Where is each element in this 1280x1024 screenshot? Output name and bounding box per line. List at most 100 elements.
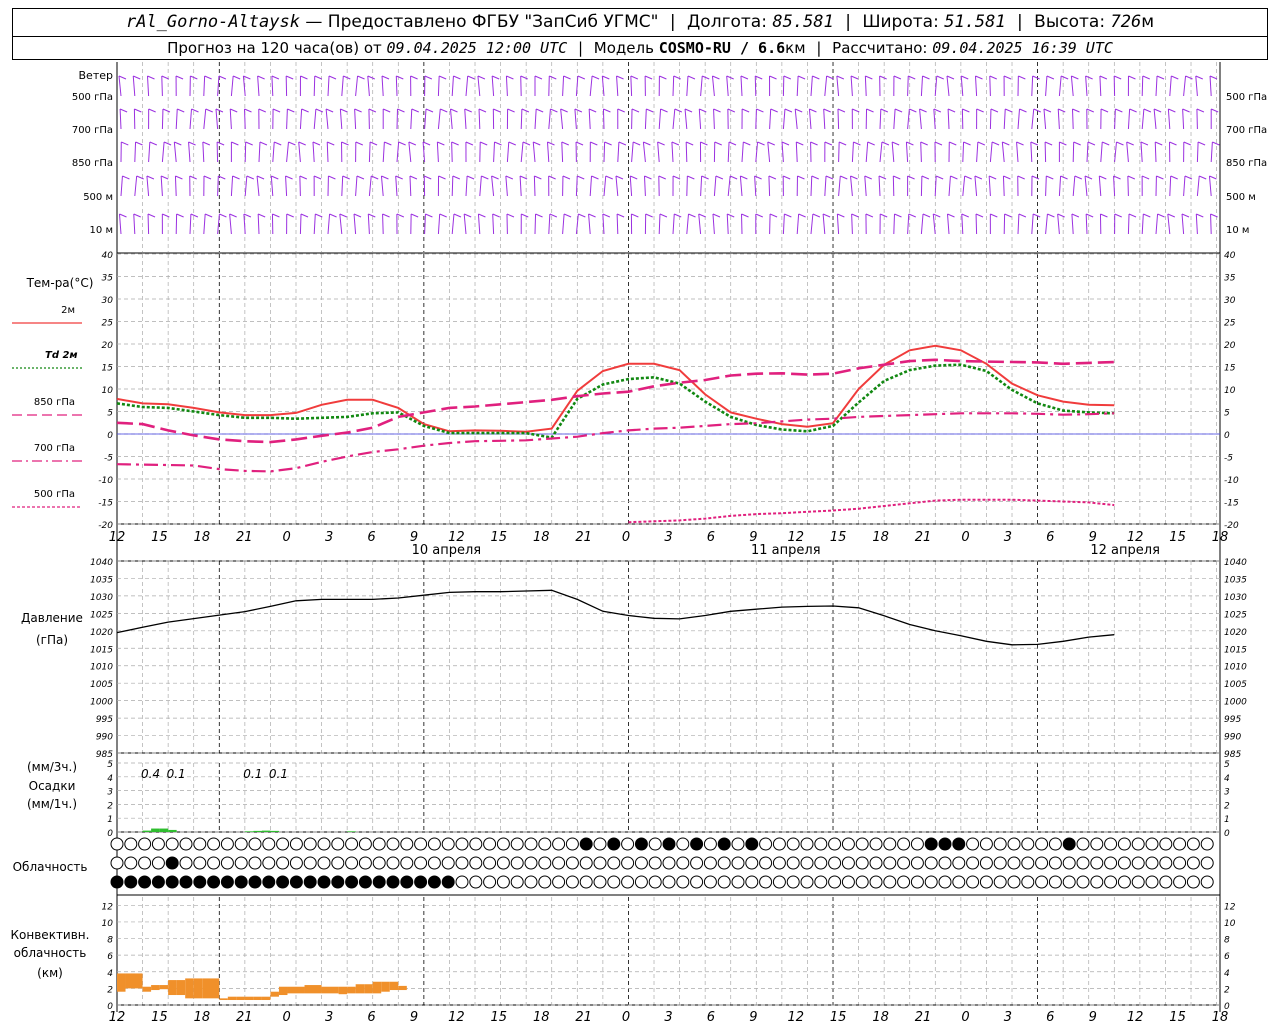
wind-barb	[781, 141, 784, 163]
cloud-cover-circle	[193, 837, 207, 851]
wind-barb-flag	[493, 108, 501, 113]
cloud-cover-circle	[979, 837, 993, 851]
cloud-cover-circle	[138, 837, 152, 851]
wind-barb-flag	[246, 175, 255, 180]
wind-barb-flag	[797, 175, 805, 180]
wind-barb	[313, 75, 316, 97]
cloud-cover-circle	[897, 856, 911, 870]
wind-barb-flag	[644, 75, 653, 80]
wind-barb-flag	[549, 75, 557, 80]
cloud-cover-circle	[648, 875, 662, 889]
cloud-cover-circle	[1076, 875, 1090, 889]
wind-barb-flag	[658, 175, 666, 180]
wind-barb-flag	[741, 108, 750, 113]
wind-barb-flag	[603, 108, 611, 113]
wind-barb-flag	[478, 108, 487, 113]
wind-barb	[465, 75, 469, 97]
wind-barb	[477, 213, 481, 235]
conv-cloud-bar	[185, 978, 194, 999]
wind-barb	[562, 75, 565, 97]
wind-barb	[161, 75, 163, 97]
wind-barb	[1183, 175, 1186, 197]
cloud-cover-circle	[414, 856, 428, 870]
cloud-cover-circle	[1173, 837, 1187, 851]
wind-barb-flag	[990, 108, 999, 113]
wind-barb	[118, 75, 122, 97]
cloud-cover-circle	[510, 837, 524, 851]
wind-barb	[120, 175, 123, 197]
wind-barb-flag	[881, 141, 890, 146]
conv-hour-tick-label: 3	[664, 1010, 672, 1024]
wind-barb-flag	[822, 213, 831, 218]
wind-barb-flag	[1168, 108, 1176, 113]
wind-barb-flag	[342, 175, 350, 180]
cloud-cover-circle	[496, 837, 510, 851]
wind-barb-flag	[1113, 75, 1122, 80]
wind-barb-flag	[797, 75, 806, 80]
wind-level-label: 10 м	[90, 225, 113, 236]
wind-barb	[589, 75, 593, 97]
wind-barb	[173, 141, 177, 163]
cloud-cover-circle	[193, 856, 207, 870]
conv-hour-tick-label: 12	[787, 1010, 804, 1024]
wind-barb	[1169, 75, 1172, 97]
wind-barb-flag	[922, 75, 930, 80]
wind-barb	[617, 141, 620, 163]
wind-barb-flag	[631, 108, 640, 113]
wind-barb-flag	[646, 108, 654, 113]
cloud-cover-circle	[165, 875, 179, 889]
wind-barb-flag	[325, 108, 334, 113]
cloud-cover-circle	[786, 875, 800, 889]
wind-barb	[1001, 141, 1005, 163]
wind-barb-flag	[286, 213, 294, 218]
wind-barb-flag	[395, 175, 403, 180]
precip-amount-label: 0.1	[269, 767, 288, 781]
wind-barb	[824, 175, 827, 197]
wind-barb	[229, 108, 232, 130]
temp-hour-tick-label: 0	[961, 530, 969, 545]
cloud-cover-circle	[331, 837, 345, 851]
precip-tick-label-right: 4	[1224, 774, 1230, 784]
wind-barb-flag	[920, 141, 928, 146]
wind-barb-flag	[824, 141, 833, 146]
wind-barb	[588, 108, 591, 130]
wind-barb	[1098, 175, 1102, 197]
wind-barb	[505, 75, 508, 97]
wind-barb-flag	[396, 213, 405, 218]
wind-barb-flag	[133, 75, 141, 80]
wind-barb	[727, 141, 730, 163]
wind-barb-flag	[232, 175, 240, 180]
wind-barb-flag	[837, 213, 845, 218]
wind-barb-flag	[740, 175, 748, 180]
wind-barb	[755, 141, 759, 163]
wind-barb	[1209, 75, 1212, 97]
precip-tick-label-right: 5	[1224, 760, 1230, 770]
cloud-cover-circle	[1035, 856, 1049, 870]
cloud-cover-circle	[731, 856, 745, 870]
wind-barb	[1182, 108, 1185, 130]
wind-barb	[974, 75, 978, 97]
wind-barb	[824, 75, 828, 97]
cloud-cover-circle	[1076, 837, 1090, 851]
wind-barb-flag	[1073, 141, 1081, 146]
wind-barb-flag	[478, 213, 486, 218]
cloud-cover-circle	[814, 856, 828, 870]
cloud-cover-circle	[993, 856, 1007, 870]
temp-hour-tick-label: 15	[151, 530, 168, 545]
cloud-cover-circle	[703, 837, 717, 851]
wind-barb	[1140, 141, 1143, 163]
wind-barb-flag	[328, 175, 336, 180]
wind-barb-flag	[467, 75, 475, 80]
cloud-cover-circle	[869, 837, 883, 851]
wind-barb-flag	[1018, 213, 1027, 218]
cloud-cover-circle	[745, 837, 759, 851]
wind-barb-flag	[769, 213, 778, 218]
pressure-tick-label-right: 990	[1224, 733, 1241, 743]
wind-barb	[629, 175, 633, 197]
wind-barb-flag	[451, 141, 459, 146]
wind-barb-flag	[659, 213, 668, 218]
cloud-cover-circle	[579, 875, 593, 889]
wind-barb	[810, 175, 813, 197]
conv-cloud-bar	[176, 980, 186, 996]
wind-barb	[1141, 108, 1145, 130]
